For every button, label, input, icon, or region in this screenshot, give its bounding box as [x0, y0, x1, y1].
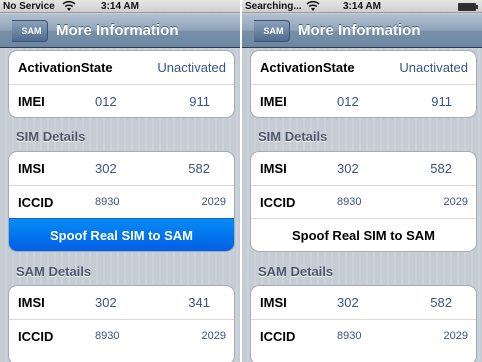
back-button-label: SAM: [21, 26, 42, 36]
imei-row[interactable]: IMEI 012 911: [251, 84, 476, 117]
status-bar: Searching... 3:14 AM: [242, 0, 482, 13]
row-key: ICCID: [260, 329, 296, 344]
clock: 3:14 AM: [343, 1, 381, 12]
sim-imsi-row[interactable]: IMSI 302 582: [9, 152, 234, 185]
sim-iccid-row[interactable]: ICCID 8930 2029: [251, 185, 476, 218]
sim-details-header: SIM Details: [258, 129, 328, 144]
row-key: ActivationState: [260, 60, 355, 75]
row-value-suffix: 2029: [443, 330, 468, 342]
sam-details-group: IMSI 302 582 ICCID 8930 2029: [250, 285, 477, 362]
row-value: Unactivated: [399, 60, 468, 75]
back-button[interactable]: SAM: [12, 20, 48, 42]
row-key: IMSI: [18, 295, 45, 310]
row-value-suffix: 911: [189, 94, 210, 109]
row-key: ICCID: [18, 329, 54, 344]
sam-details-header: SAM Details: [16, 264, 92, 279]
page-title: More Information: [56, 22, 179, 39]
sim-imsi-row[interactable]: IMSI 302 582: [251, 152, 476, 185]
row-value-suffix: 582: [188, 161, 210, 176]
sam-imsi-row[interactable]: IMSI 302 341: [9, 286, 234, 319]
row-value-suffix: 2029: [443, 196, 468, 208]
row-value-suffix: 2029: [201, 196, 226, 208]
imei-row[interactable]: IMEI 012 911: [9, 84, 234, 117]
row-value-prefix: 302: [95, 295, 117, 310]
row-value-prefix: 012: [95, 94, 117, 109]
row-key: IMEI: [260, 94, 287, 109]
row-key: IMSI: [260, 161, 287, 176]
device-info-group: ActivationState Unactivated IMEI 012 911: [250, 50, 477, 118]
row-value-suffix: 582: [430, 161, 452, 176]
sim-iccid-row[interactable]: ICCID 8930 2029: [9, 185, 234, 218]
sam-iccid-row[interactable]: ICCID 8930 2029: [251, 319, 476, 352]
battery-icon: [458, 3, 478, 11]
row-value-suffix: 911: [431, 94, 452, 109]
row-value-suffix: 341: [188, 295, 210, 310]
device-info-group: ActivationState Unactivated IMEI 012 911: [8, 50, 235, 118]
navigation-bar: SAM More Information: [0, 14, 240, 48]
back-button[interactable]: SAM: [254, 20, 290, 42]
row-value-prefix: 302: [337, 295, 359, 310]
row-value-prefix: 302: [95, 161, 117, 176]
clock: 3:14 AM: [101, 1, 139, 12]
row-value-suffix: 2029: [201, 330, 226, 342]
sam-imsi-row[interactable]: IMSI 302 582: [251, 286, 476, 319]
row-key: ActivationState: [18, 60, 113, 75]
row-value-prefix: 012: [337, 94, 359, 109]
sim-details-group: IMSI 302 582 ICCID 8930 2029 Spoof Real …: [8, 151, 235, 252]
row-key: ICCID: [18, 195, 54, 210]
screen-right: Searching... 3:14 AM SAM More Informatio…: [242, 0, 482, 362]
row-value-prefix: 8930: [95, 330, 120, 342]
row-value-prefix: 8930: [337, 196, 362, 208]
page-title: More Information: [298, 22, 421, 39]
row-value: Unactivated: [157, 60, 226, 75]
row-key: IMSI: [18, 161, 45, 176]
sim-details-header: SIM Details: [16, 129, 86, 144]
spoof-sim-button[interactable]: Spoof Real SIM to SAM: [251, 218, 476, 251]
activation-state-row[interactable]: ActivationState Unactivated: [9, 51, 234, 84]
sam-details-header: SAM Details: [258, 264, 334, 279]
sim-details-group: IMSI 302 582 ICCID 8930 2029 Spoof Real …: [250, 151, 477, 252]
row-value-prefix: 302: [337, 161, 359, 176]
status-bar: No Service 3:14 AM: [0, 0, 240, 13]
screen-left: No Service 3:14 AM SAM More Information …: [0, 0, 240, 362]
row-value-prefix: 8930: [95, 196, 120, 208]
activation-state-row[interactable]: ActivationState Unactivated: [251, 51, 476, 84]
sam-iccid-row[interactable]: ICCID 8930 2029: [9, 319, 234, 352]
row-value-prefix: 8930: [337, 330, 362, 342]
spoof-sim-button[interactable]: Spoof Real SIM to SAM: [9, 218, 234, 251]
navigation-bar: SAM More Information: [242, 14, 482, 48]
back-button-label: SAM: [263, 26, 284, 36]
sam-details-group: IMSI 302 341 ICCID 8930 2029: [8, 285, 235, 362]
row-key: IMEI: [18, 94, 45, 109]
row-key: ICCID: [260, 195, 296, 210]
row-key: IMSI: [260, 295, 287, 310]
row-value-suffix: 582: [430, 295, 452, 310]
